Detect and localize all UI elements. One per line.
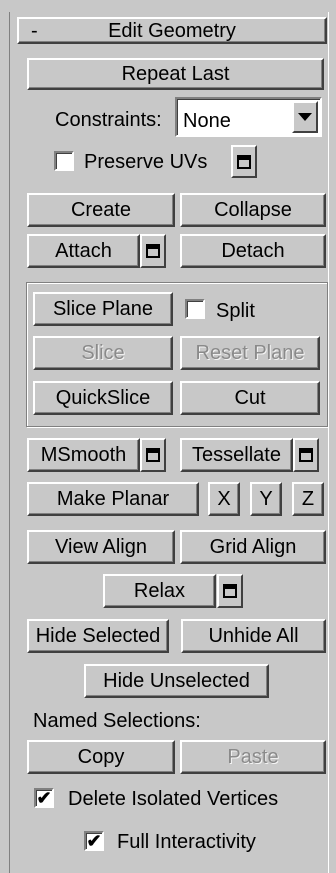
full-interactivity-checkbox[interactable]: ✔ <box>84 831 104 851</box>
tessellate-button[interactable]: Tessellate <box>180 438 293 472</box>
msmooth-settings-button[interactable] <box>140 438 166 472</box>
settings-window-icon <box>299 448 313 462</box>
settings-window-icon <box>237 154 251 169</box>
repeat-last-button[interactable]: Repeat Last <box>27 58 324 90</box>
constraints-dropdown[interactable]: None <box>175 97 322 137</box>
rollout-header[interactable]: - Edit Geometry <box>17 17 327 44</box>
msmooth-button[interactable]: MSmooth <box>27 438 140 472</box>
settings-window-icon <box>223 584 237 598</box>
grid-align-button[interactable]: Grid Align <box>180 530 326 564</box>
reset-plane-button[interactable]: Reset Plane <box>180 336 320 370</box>
hide-selected-button[interactable]: Hide Selected <box>27 619 169 653</box>
dropdown-arrow-button[interactable] <box>292 101 318 133</box>
slice-plane-button[interactable]: Slice Plane <box>33 292 173 326</box>
delete-isolated-vertices-label: Delete Isolated Vertices <box>68 788 279 810</box>
checkmark-icon: ✔ <box>36 788 52 808</box>
x-button[interactable]: X <box>208 482 240 516</box>
preserve-uvs-label: Preserve UVs <box>84 151 208 173</box>
settings-window-icon <box>146 448 160 462</box>
detach-button[interactable]: Detach <box>180 234 326 268</box>
preserve-uvs-settings-button[interactable] <box>231 145 257 178</box>
relax-button[interactable]: Relax <box>103 574 216 608</box>
cut-button[interactable]: Cut <box>180 381 320 415</box>
split-label: Split <box>216 300 255 322</box>
preserve-uvs-checkbox[interactable] <box>54 151 74 171</box>
attach-button[interactable]: Attach <box>27 234 140 268</box>
tessellate-settings-button[interactable] <box>293 438 319 472</box>
quickslice-button[interactable]: QuickSlice <box>33 381 173 415</box>
attach-settings-button[interactable] <box>140 234 166 268</box>
create-button[interactable]: Create <box>27 193 175 227</box>
hide-unselected-button[interactable]: Hide Unselected <box>84 664 269 698</box>
split-checkbox[interactable] <box>185 299 205 319</box>
view-align-button[interactable]: View Align <box>27 530 175 564</box>
rollout-title: Edit Geometry <box>108 19 236 42</box>
paste-button[interactable]: Paste <box>180 740 326 774</box>
delete-isolated-vertices-checkbox[interactable]: ✔ <box>34 788 54 808</box>
constraints-label: Constraints: <box>55 109 162 131</box>
triangle-down-icon <box>298 113 312 121</box>
z-button[interactable]: Z <box>292 482 324 516</box>
slice-button[interactable]: Slice <box>33 336 173 370</box>
unhide-all-button[interactable]: Unhide All <box>181 619 326 653</box>
y-button[interactable]: Y <box>250 482 282 516</box>
constraints-value: None <box>183 110 231 132</box>
checkmark-icon: ✔ <box>86 831 102 851</box>
collapse-button[interactable]: Collapse <box>180 193 326 227</box>
make-planar-button[interactable]: Make Planar <box>27 482 199 516</box>
named-selections-label: Named Selections: <box>33 710 201 732</box>
copy-button[interactable]: Copy <box>27 740 175 774</box>
full-interactivity-label: Full Interactivity <box>117 831 256 853</box>
settings-window-icon <box>146 244 160 258</box>
relax-settings-button[interactable] <box>217 574 243 608</box>
